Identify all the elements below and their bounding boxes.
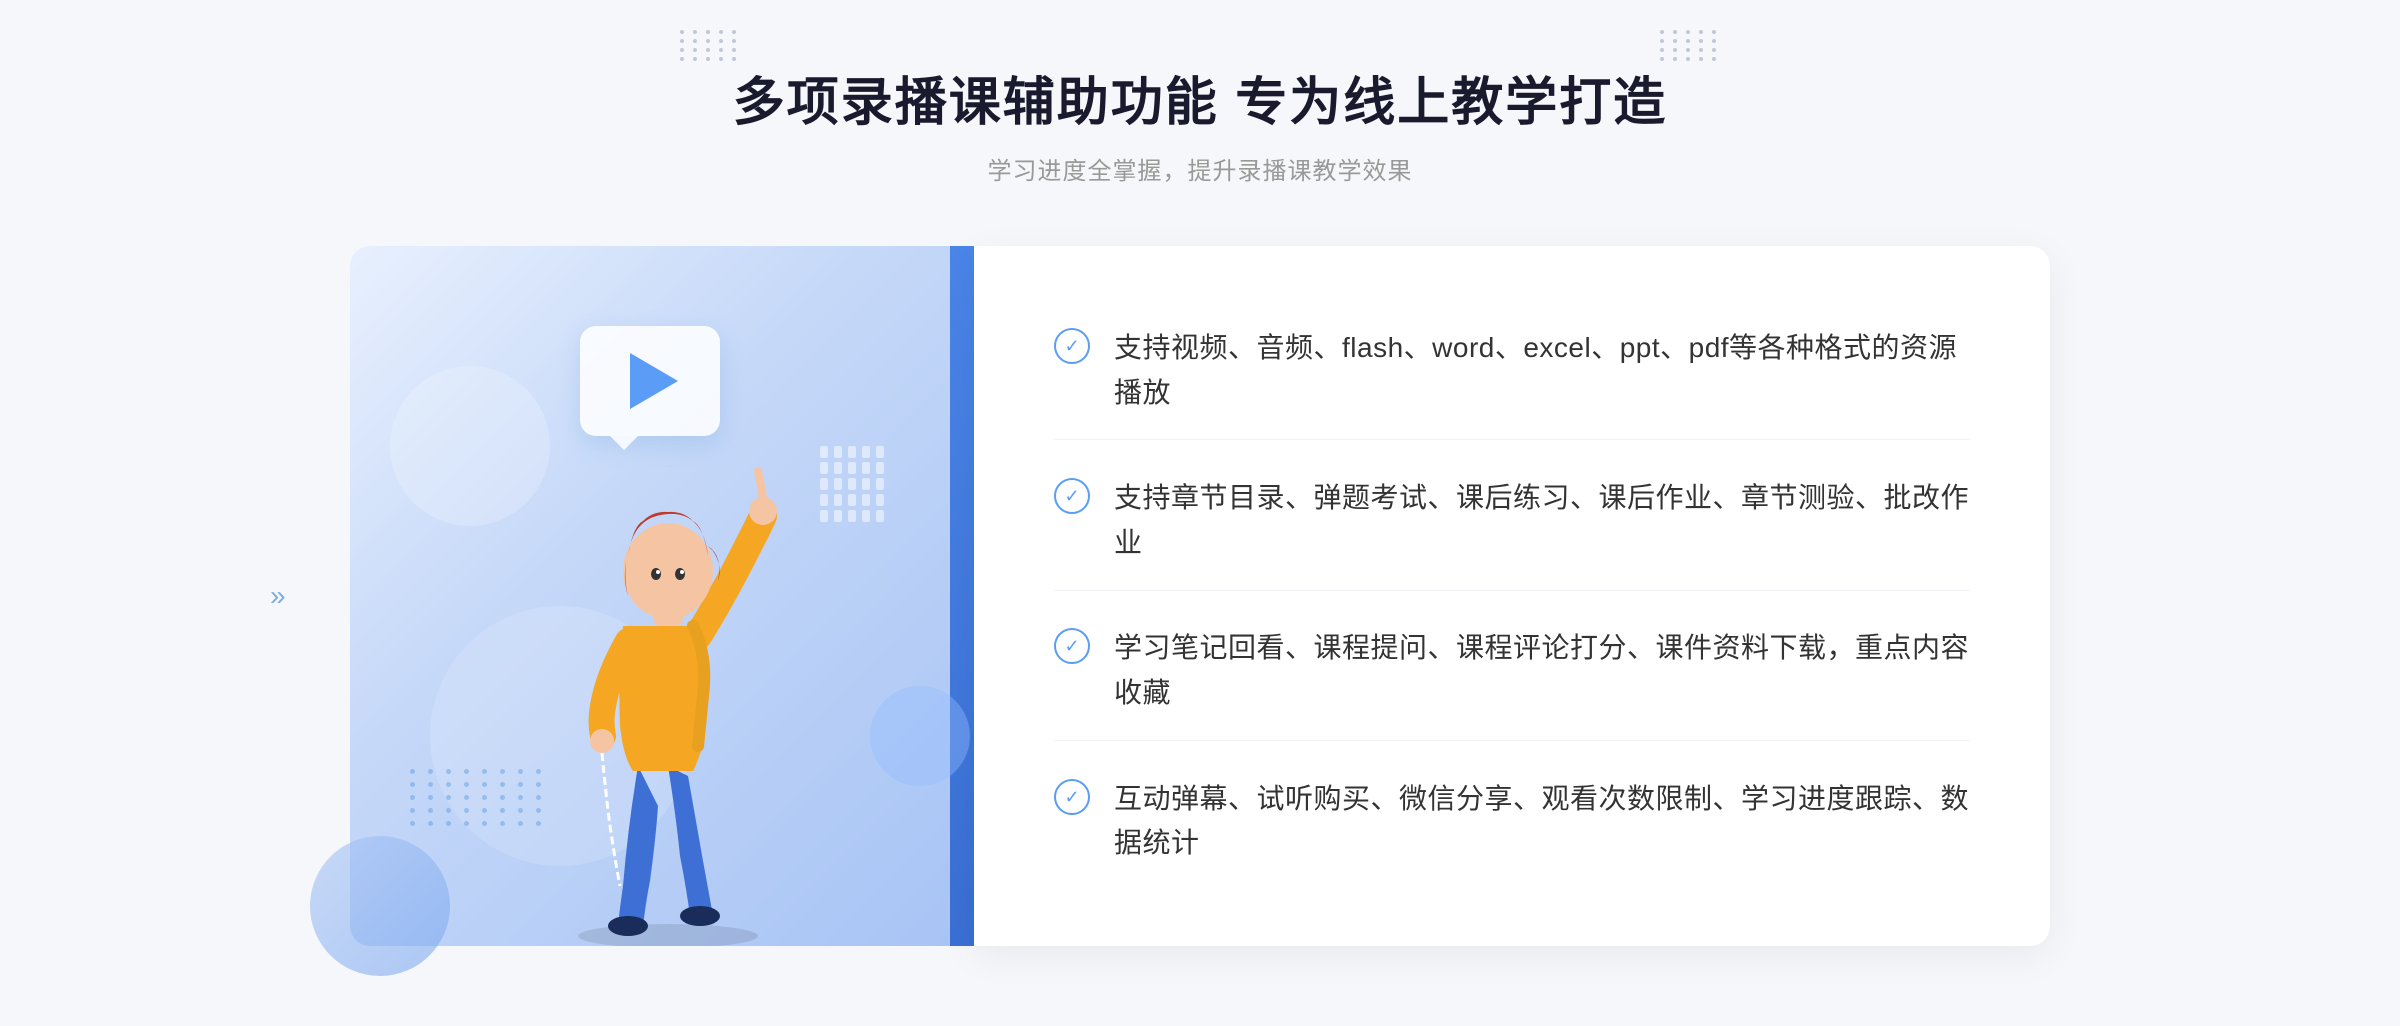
feature-item-1: ✓ 支持视频、音频、flash、word、excel、ppt、pdf等各种格式的… [1054, 302, 1970, 441]
feature-text-1: 支持视频、音频、flash、word、excel、ppt、pdf等各种格式的资源… [1114, 326, 1970, 416]
header-section: 多项录播课辅助功能 专为线上教学打造 学习进度全掌握，提升录播课教学效果 [733, 60, 1667, 186]
sub-title: 学习进度全掌握，提升录播课教学效果 [733, 151, 1667, 186]
page-container: 多项录播课辅助功能 专为线上教学打造 学习进度全掌握，提升录播课教学效果 » [0, 0, 2400, 1026]
play-bubble [580, 326, 720, 436]
bottom-circle [310, 836, 450, 976]
chevrons-decoration: » [270, 582, 286, 610]
check-icon-1: ✓ [1064, 337, 1079, 355]
circle-small [870, 686, 970, 786]
connector-strip [950, 246, 974, 946]
feature-item-4: ✓ 互动弹幕、试听购买、微信分享、观看次数限制、学习进度跟踪、数据统计 [1054, 753, 1970, 891]
feature-text-3: 学习笔记回看、课程提问、课程评论打分、课件资料下载，重点内容收藏 [1114, 626, 1970, 716]
feature-item-3: ✓ 学习笔记回看、课程提问、课程评论打分、课件资料下载，重点内容收藏 [1054, 602, 1970, 741]
check-circle-1: ✓ [1054, 328, 1090, 364]
decorative-dots-left [680, 30, 740, 61]
chevron-icon: » [270, 582, 286, 610]
circle-medium [390, 366, 550, 526]
feature-item-2: ✓ 支持章节目录、弹题考试、课后练习、课后作业、章节测验、批改作业 [1054, 452, 1970, 591]
check-icon-3: ✓ [1064, 637, 1079, 655]
check-circle-2: ✓ [1054, 478, 1090, 514]
feature-text-4: 互动弹幕、试听购买、微信分享、观看次数限制、学习进度跟踪、数据统计 [1114, 777, 1970, 867]
illustration-panel [350, 246, 950, 946]
features-panel: ✓ 支持视频、音频、flash、word、excel、ppt、pdf等各种格式的… [974, 246, 2050, 946]
decorative-dots-right [1660, 30, 1720, 61]
content-area: » [350, 246, 2050, 946]
check-circle-3: ✓ [1054, 628, 1090, 664]
check-icon-4: ✓ [1064, 788, 1079, 806]
main-title: 多项录播课辅助功能 专为线上教学打造 [733, 60, 1667, 135]
feature-text-2: 支持章节目录、弹题考试、课后练习、课后作业、章节测验、批改作业 [1114, 476, 1970, 566]
stripes-decoration [820, 446, 890, 536]
check-circle-4: ✓ [1054, 779, 1090, 815]
check-icon-2: ✓ [1064, 487, 1079, 505]
dots-pattern [410, 769, 546, 826]
play-triangle-icon [630, 353, 678, 409]
person-illustration [538, 426, 818, 946]
